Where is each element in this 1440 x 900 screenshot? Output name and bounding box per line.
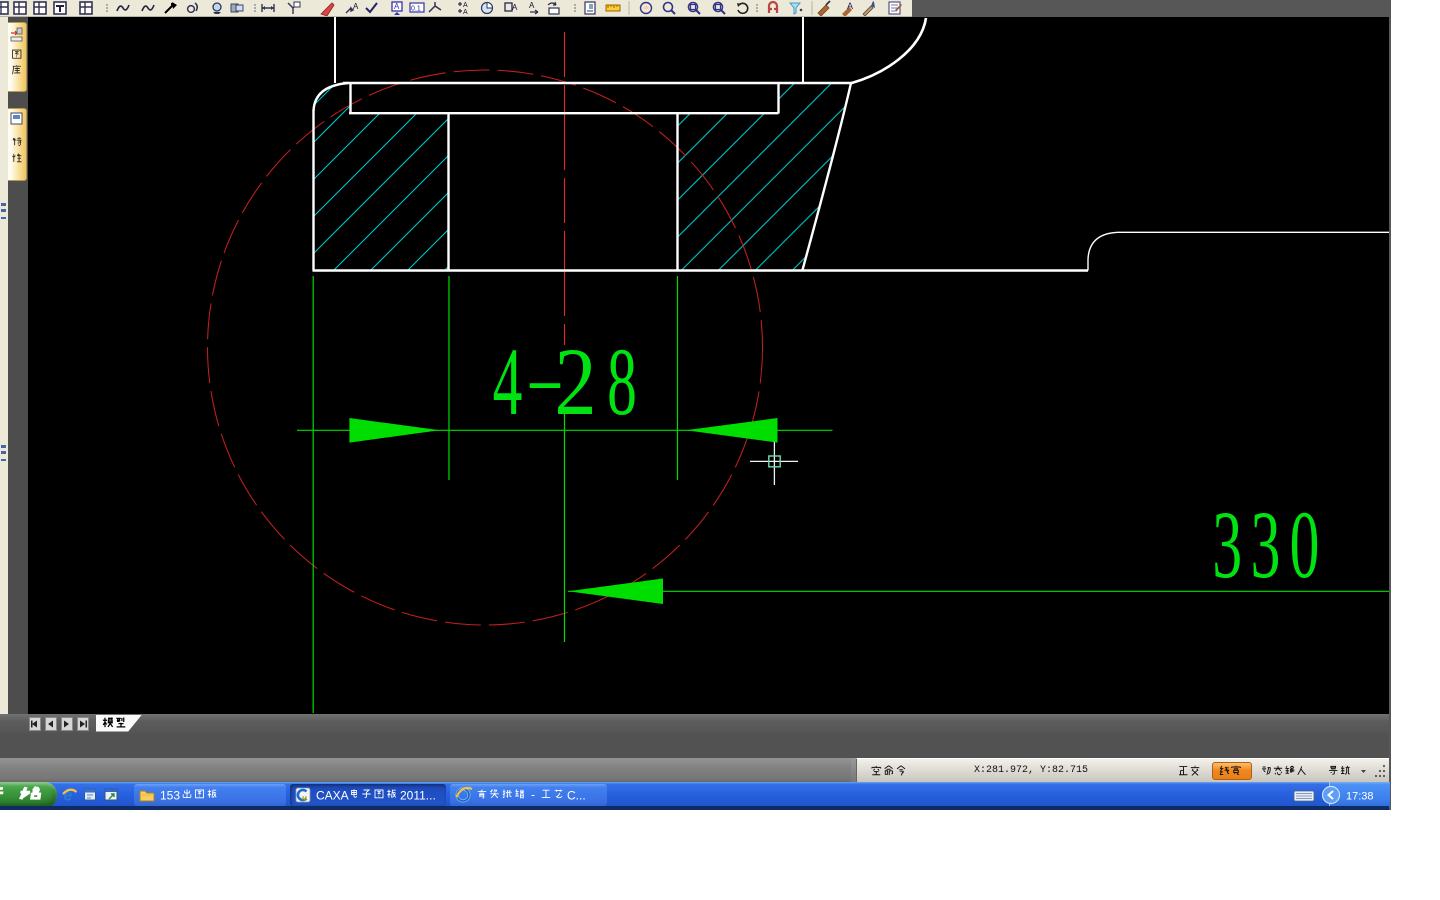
svg-text:2: 2 — [554, 328, 596, 435]
svg-text:17:38: 17:38 — [1346, 791, 1374, 803]
svg-text:8: 8 — [607, 330, 637, 436]
svg-text:153: 153 — [160, 789, 180, 803]
svg-text:3: 3 — [1212, 493, 1242, 599]
svg-text:4: 4 — [493, 330, 523, 436]
svg-text:-: - — [531, 788, 535, 802]
svg-text:CAXA: CAXA — [316, 789, 349, 803]
svg-text:C...: C... — [567, 789, 586, 803]
svg-text:M: M — [302, 797, 307, 803]
svg-text:3: 3 — [1251, 493, 1281, 599]
svg-text:2011...: 2011... — [400, 789, 436, 803]
svg-text:0: 0 — [1290, 493, 1320, 599]
